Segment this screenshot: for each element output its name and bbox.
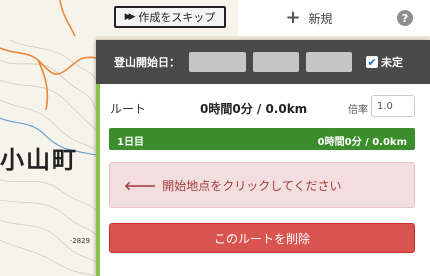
- start-date-day-field[interactable]: [306, 52, 352, 72]
- delete-route-button[interactable]: このルートを削除: [109, 223, 415, 253]
- map-town-label: 小山町: [0, 145, 78, 174]
- top-toolbar: ▶▶ 作成をスキップ + 新規 ?: [96, 0, 430, 36]
- day-bar[interactable]: 1日目 0時間0分 / 0.0km: [109, 128, 415, 150]
- route-total: 0時間0分 / 0.0km: [200, 102, 308, 116]
- undecided-checkbox[interactable]: ✔: [366, 56, 378, 68]
- fast-forward-icon: ▶▶: [124, 12, 136, 22]
- route-panel: 登山開始日： ✔ 未定 ルート 0時間0分 / 0.0km 倍率 1日目 0時間…: [96, 40, 430, 276]
- skip-creation-button[interactable]: ▶▶ 作成をスキップ: [114, 6, 226, 28]
- day-label: 1日目: [117, 137, 144, 148]
- start-date-row: 登山開始日： ✔ 未定: [96, 40, 430, 84]
- tab-new[interactable]: + 新規: [238, 0, 380, 36]
- day-total: 0時間0分 / 0.0km: [317, 137, 407, 148]
- question-icon: ?: [397, 10, 413, 26]
- start-date-year-field[interactable]: [189, 52, 246, 72]
- tab-new-label: 新規: [308, 11, 333, 26]
- undecided-toggle[interactable]: ✔ 未定: [366, 54, 403, 70]
- rate-input[interactable]: [371, 95, 415, 117]
- rate-label: 倍率: [348, 105, 368, 116]
- start-point-hint: 🡐 開始地点をクリックしてください: [109, 162, 415, 208]
- map-elevation-label: ·2829: [70, 237, 91, 245]
- arrow-left-icon: 🡐: [124, 178, 157, 193]
- start-date-label: 登山開始日：: [114, 56, 180, 69]
- start-date-month-field[interactable]: [253, 52, 299, 72]
- undecided-label: 未定: [381, 56, 403, 69]
- route-section: ルート 0時間0分 / 0.0km 倍率 1日目 0時間0分 / 0.0km 🡐…: [96, 84, 430, 276]
- route-label: ルート: [110, 102, 147, 116]
- start-point-hint-text: 開始地点をクリックしてください: [162, 178, 342, 193]
- skip-creation-label: 作成をスキップ: [138, 11, 216, 24]
- help-button[interactable]: ?: [380, 0, 430, 36]
- plus-icon: +: [285, 7, 301, 28]
